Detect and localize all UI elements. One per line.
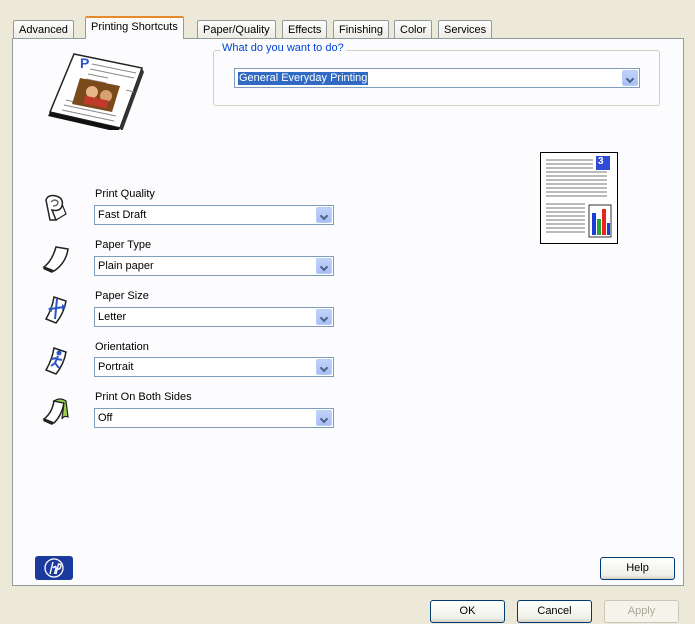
paper-type-select[interactable]: Plain paper bbox=[94, 256, 334, 276]
both-sides-select[interactable]: Off bbox=[94, 408, 334, 428]
both-sides-value: Off bbox=[98, 412, 113, 424]
hp-logo-icon bbox=[35, 556, 73, 580]
preview-page-number: 3 bbox=[598, 156, 604, 167]
orientation-select[interactable]: Portrait bbox=[94, 357, 334, 377]
orientation-label: Orientation bbox=[95, 341, 149, 353]
orientation-value: Portrait bbox=[98, 361, 134, 373]
tab-printing-shortcuts[interactable]: Printing Shortcuts bbox=[85, 16, 184, 39]
tab-advanced[interactable]: Advanced bbox=[13, 20, 74, 38]
print-quality-icon bbox=[45, 194, 67, 221]
cancel-button[interactable]: Cancel bbox=[517, 600, 592, 623]
paper-size-select[interactable]: Letter bbox=[94, 307, 334, 327]
both-sides-label: Print On Both Sides bbox=[95, 391, 192, 403]
chevron-down-icon[interactable] bbox=[622, 70, 638, 86]
chevron-down-icon[interactable] bbox=[316, 359, 332, 375]
ok-button[interactable]: OK bbox=[430, 600, 505, 623]
help-button[interactable]: Help bbox=[600, 557, 675, 580]
both-sides-icon bbox=[42, 398, 69, 425]
tab-services[interactable]: Services bbox=[438, 20, 493, 38]
chevron-down-icon[interactable] bbox=[316, 258, 332, 274]
chevron-down-icon[interactable] bbox=[316, 410, 332, 426]
paper-type-value: Plain paper bbox=[98, 260, 154, 272]
page-preview: 3 bbox=[540, 152, 618, 244]
paper-size-value: Letter bbox=[98, 311, 127, 323]
print-quality-label: Print Quality bbox=[95, 188, 155, 200]
tab-paper-quality[interactable]: Paper/Quality bbox=[197, 20, 276, 38]
print-quality-value: Fast Draft bbox=[98, 209, 147, 221]
tab-finishing[interactable]: Finishing bbox=[333, 20, 390, 38]
apply-button[interactable]: Apply bbox=[604, 600, 679, 623]
shortcuts-group-label: What do you want to do? bbox=[220, 42, 346, 54]
paper-type-icon bbox=[42, 246, 69, 273]
shortcut-selected-value: General Everyday Printing bbox=[238, 72, 369, 85]
printing-shortcut-illustration: P bbox=[48, 53, 144, 130]
tab-color[interactable]: Color bbox=[394, 20, 433, 38]
tab-effects[interactable]: Effects bbox=[282, 20, 328, 38]
print-quality-select[interactable]: Fast Draft bbox=[94, 205, 334, 225]
paper-size-icon bbox=[44, 296, 67, 324]
orientation-icon bbox=[44, 347, 67, 375]
svg-text:P: P bbox=[80, 55, 89, 71]
paper-type-label: Paper Type bbox=[95, 239, 152, 251]
chevron-down-icon[interactable] bbox=[316, 207, 332, 223]
paper-size-label: Paper Size bbox=[95, 290, 149, 302]
shortcut-select[interactable]: General Everyday Printing bbox=[234, 68, 640, 88]
chevron-down-icon[interactable] bbox=[316, 309, 332, 325]
